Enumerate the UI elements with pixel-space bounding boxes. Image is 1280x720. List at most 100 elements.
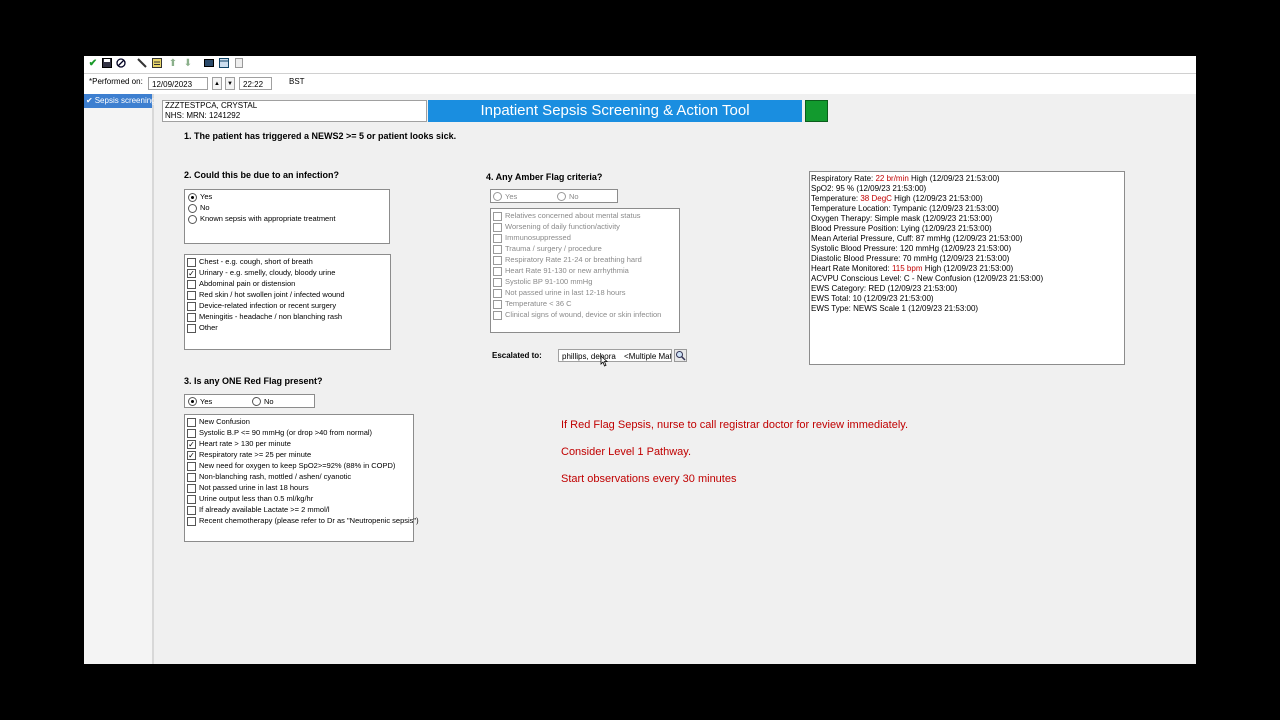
option-label: Yes [200,397,213,406]
search-icon[interactable] [674,349,687,362]
date-dropdown[interactable]: ▼ [225,77,235,90]
checkbox-label: Heart rate > 130 per minute [199,439,291,448]
checkbox[interactable] [187,484,196,493]
patient-ids: NHS: MRN: 1241292 [165,111,241,120]
calendar-icon[interactable] [218,58,230,70]
checkbox-label: Non-blanching rash, mottled / ashen/ cya… [199,472,352,481]
radio-yes[interactable] [493,192,502,201]
obs-label: Heart Rate Monitored: [811,264,892,273]
radio-no[interactable] [252,397,261,406]
observations-box: Respiratory Rate: 22 br/min High (12/09/… [809,171,1125,365]
application-window: ✔ ⬆ ⬇ *Performed on: 12/09/2023 ▲ ▼ 22:2… [84,56,1196,664]
obs-heart-rate: Heart Rate Monitored: 115 bpm High (12/0… [811,264,1123,274]
form-icon[interactable] [151,58,163,70]
checkbox[interactable] [187,324,196,333]
sidebar-item-label: Sepsis screening [94,96,156,105]
checkbox[interactable]: ✓ [187,269,196,278]
obs-respiratory-rate: Respiratory Rate: 22 br/min High (12/09/… [811,174,1123,184]
obs-spo2: SpO2: 95 % (12/09/23 21:53:00) [811,184,927,193]
checkbox[interactable] [187,506,196,515]
checkbox-label: Trauma / surgery / procedure [505,244,602,253]
date-spinner[interactable]: ▲ [212,77,222,90]
checkbox[interactable] [493,223,502,232]
question-2: 2. Could this be due to an infection? [184,170,339,180]
checkbox-label: Not passed urine in last 18 hours [199,483,309,492]
sidebar: ✔ Sepsis screening [84,94,156,664]
checkbox[interactable] [187,462,196,471]
checkbox[interactable] [493,289,502,298]
checkbox[interactable] [493,311,502,320]
checkbox-label: Temperature < 36 C [505,299,572,308]
checkbox-label: Chest - e.g. cough, short of breath [199,257,313,266]
radio-no[interactable] [188,204,197,213]
question-3: 3. Is any ONE Red Flag present? [184,376,323,386]
sidebar-item-sepsis-screening[interactable]: ✔ Sepsis screening [84,94,156,108]
print-icon[interactable] [233,58,245,70]
radio-no[interactable] [557,192,566,201]
obs-label: Respiratory Rate: [811,174,876,183]
up-arrow-icon[interactable]: ⬆ [167,58,179,70]
checkbox-label: New Confusion [199,417,250,426]
checkbox-label: Meningitis - headache / non blanching ra… [199,312,343,321]
checkbox[interactable]: ✓ [187,451,196,460]
obs-line: Oxygen Therapy: Simple mask (12/09/23 21… [811,214,993,223]
obs-temperature: Temperature: 38 DegC High (12/09/23 21:5… [811,194,1123,204]
down-arrow-icon[interactable]: ⬇ [182,58,194,70]
obs-line: EWS Type: NEWS Scale 1 (12/09/23 21:53:0… [811,304,979,313]
checkbox[interactable] [493,267,502,276]
escalated-to-field[interactable]: phillips, debora <Multiple Matches> [558,349,672,362]
performed-date-field[interactable]: 12/09/2023 [148,77,208,90]
checkbox[interactable] [187,429,196,438]
checkbox-label: Clinical signs of wound, device or skin … [505,310,662,319]
timezone-label: BST [289,77,305,86]
obs-value: 115 bpm [891,264,923,273]
checkbox-label: Not passed urine in last 12-18 hours [505,288,626,297]
checkbox[interactable] [187,517,196,526]
checkbox-label: Other [199,323,218,332]
checkbox-label: Relatives concerned about mental status [505,211,641,220]
checkbox[interactable] [187,418,196,427]
option-label: No [200,203,210,212]
checkbox-label: Urinary - e.g. smelly, cloudy, bloody ur… [199,268,336,277]
obs-line: EWS Total: 10 (12/09/23 21:53:00) [811,294,934,303]
checkbox[interactable] [187,302,196,311]
obs-suffix: High (12/09/23 21:53:00) [908,174,1000,183]
check-icon[interactable]: ✔ [87,58,99,70]
brush-icon[interactable] [136,58,148,70]
obs-suffix: High (12/09/23 21:53:00) [891,194,983,203]
checkbox-label: Recent chemotherapy (please refer to Dr … [199,516,419,525]
checkbox[interactable] [187,473,196,482]
checkbox[interactable] [493,234,502,243]
checkbox[interactable] [493,212,502,221]
checkbox[interactable] [493,245,502,254]
screen-icon[interactable] [203,58,215,70]
obs-value: 38 DegC [860,194,892,203]
performed-time-field[interactable]: 22:22 [239,77,272,90]
obs-line: EWS Category: RED (12/09/23 21:53:00) [811,284,958,293]
checkbox-label: Device-related infection or recent surge… [199,301,337,310]
patient-name: ZZZTESTPCA, CRYSTAL [165,101,258,110]
save-icon[interactable] [101,58,113,70]
red-flag-radio-box: Yes No [184,394,315,408]
checkbox[interactable] [493,278,502,287]
checkbox[interactable] [493,256,502,265]
obs-suffix: High (12/09/23 21:53:00) [922,264,1014,273]
option-label: Yes [200,192,213,201]
checkbox[interactable] [187,280,196,289]
option-label: No [264,397,274,406]
radio-yes[interactable] [188,193,197,202]
checkbox[interactable]: ✓ [187,440,196,449]
checkbox[interactable] [187,291,196,300]
radio-known-sepsis[interactable] [188,215,197,224]
question-1: 1. The patient has triggered a NEWS2 >= … [184,131,457,141]
cancel-icon[interactable] [115,58,127,70]
obs-line: Blood Pressure Position: Lying (12/09/23… [811,224,992,233]
checkbox-label: Respiratory rate >= 25 per minute [199,450,312,459]
checkbox[interactable] [493,300,502,309]
radio-yes[interactable] [188,397,197,406]
checkbox[interactable] [187,495,196,504]
checkbox[interactable] [187,313,196,322]
obs-label: Temperature: [811,194,861,203]
checkbox[interactable] [187,258,196,267]
obs-value: 22 br/min [875,174,909,183]
